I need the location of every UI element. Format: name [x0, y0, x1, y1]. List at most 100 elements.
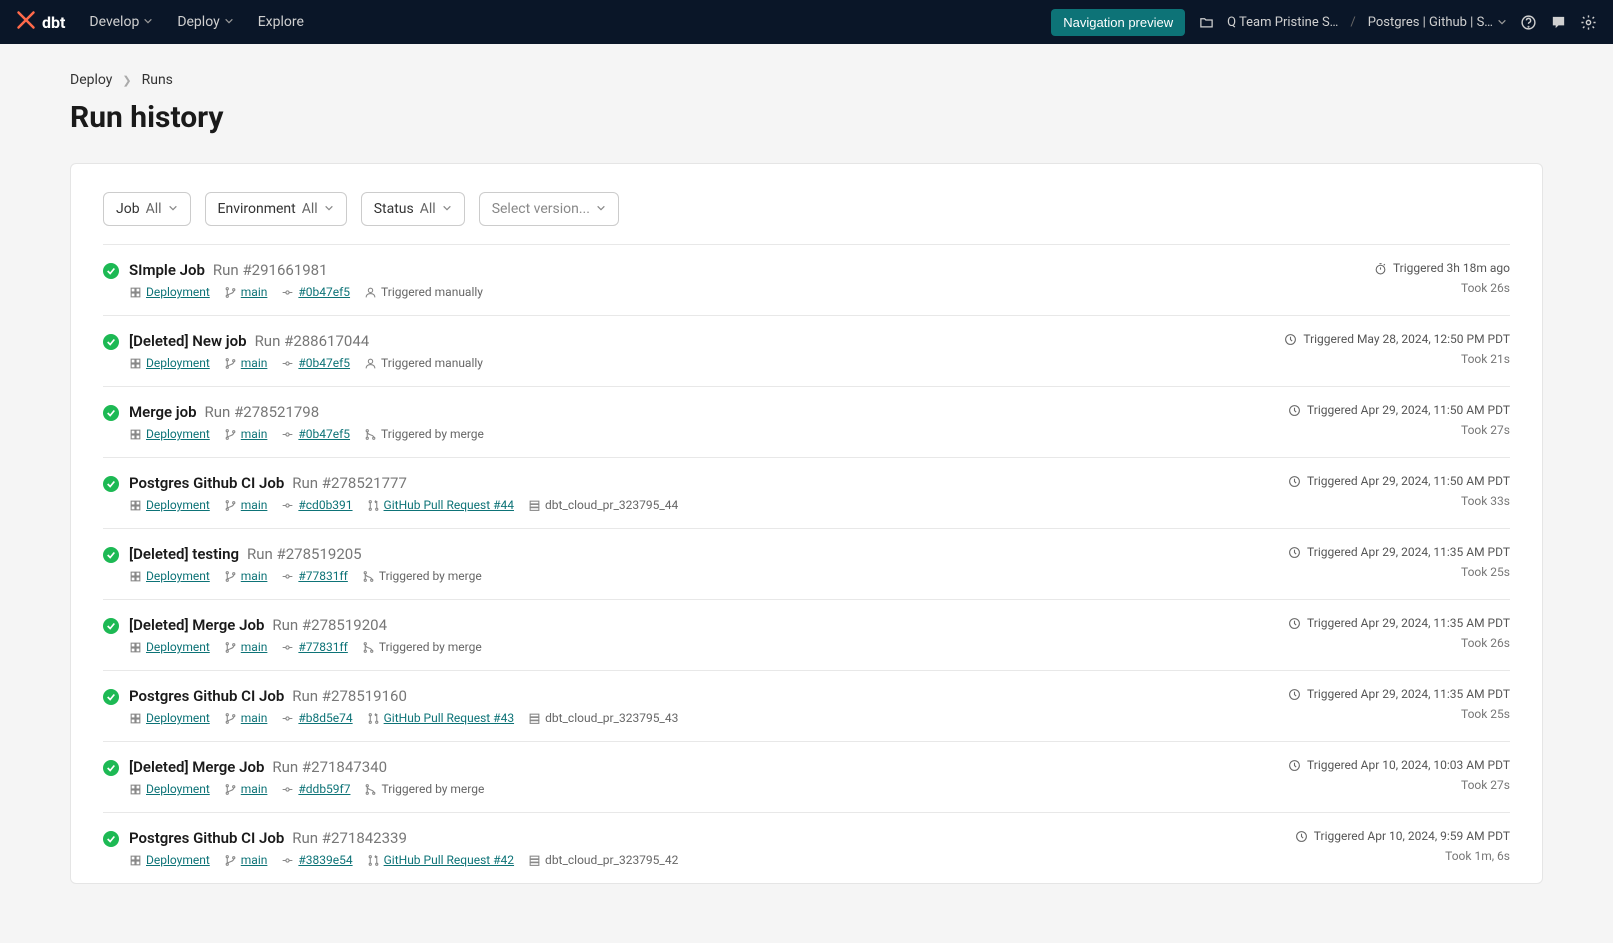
run-title-line: Postgres Github CI Job Run #278519160	[129, 687, 678, 705]
branch-link[interactable]: main	[241, 356, 268, 370]
pr-link[interactable]: GitHub Pull Request #42	[384, 853, 514, 867]
commit-meta: #0b47ef5	[281, 356, 350, 370]
env-link[interactable]: Deployment	[146, 498, 210, 512]
run-row[interactable]: Postgres Github CI Job Run #278519160 De…	[103, 670, 1510, 741]
env-link[interactable]: Deployment	[146, 285, 210, 299]
trigger-text: Triggered by merge	[381, 782, 484, 796]
run-left: Postgres Github CI Job Run #271842339 De…	[103, 829, 678, 867]
logo[interactable]: dbt	[16, 10, 65, 35]
status-success-icon	[103, 689, 119, 705]
status-success-icon	[103, 831, 119, 847]
status-success-icon	[103, 334, 119, 350]
branch-meta: main	[224, 569, 268, 583]
env-link[interactable]: Deployment	[146, 427, 210, 441]
merge-icon	[362, 641, 375, 654]
branch-link[interactable]: main	[241, 285, 268, 299]
commit-link[interactable]: #ddb59f7	[298, 782, 350, 796]
env-link[interactable]: Deployment	[146, 782, 210, 796]
branch-link[interactable]: main	[241, 427, 268, 441]
branch-link[interactable]: main	[241, 711, 268, 725]
run-left: [Deleted] New job Run #288617044 Deploym…	[103, 332, 483, 370]
connection-selector[interactable]: Postgres | Github | S…	[1368, 15, 1507, 30]
run-row[interactable]: [Deleted] Merge Job Run #278519204 Deplo…	[103, 599, 1510, 670]
trigger-meta: Triggered manually	[364, 285, 483, 299]
run-row[interactable]: Merge job Run #278521798 Deploymentmain#…	[103, 386, 1510, 457]
commit-link[interactable]: #3839e54	[298, 853, 352, 867]
branch-link[interactable]: main	[241, 569, 268, 583]
run-left: [Deleted] Merge Job Run #271847340 Deplo…	[103, 758, 484, 796]
navigation-preview-button[interactable]: Navigation preview	[1051, 9, 1185, 36]
run-left: Postgres Github CI Job Run #278519160 De…	[103, 687, 678, 725]
environment-filter[interactable]: Environment All	[205, 192, 347, 226]
commit-link[interactable]: #b8d5e74	[298, 711, 352, 725]
run-info: SImple Job Run #291661981 Deploymentmain…	[129, 261, 483, 299]
chat-icon[interactable]	[1549, 13, 1567, 31]
version-filter[interactable]: Select version...	[479, 192, 619, 226]
branch-icon	[224, 854, 237, 867]
run-row[interactable]: [Deleted] testing Run #278519205 Deploym…	[103, 528, 1510, 599]
pr-meta: GitHub Pull Request #42	[367, 853, 514, 867]
nav-develop[interactable]: Develop	[89, 14, 153, 30]
triggered-time: Triggered Apr 29, 2024, 11:50 AM PDT	[1288, 403, 1510, 417]
run-right: Triggered May 28, 2024, 12:50 PM PDT Too…	[1284, 332, 1510, 366]
commit-link[interactable]: #77831ff	[298, 640, 347, 654]
job-filter-value: All	[146, 201, 162, 217]
env-meta: Deployment	[129, 782, 210, 796]
triggered-time: Triggered May 28, 2024, 12:50 PM PDT	[1284, 332, 1510, 346]
breadcrumb-runs[interactable]: Runs	[142, 72, 173, 88]
run-id: Run #278521777	[292, 474, 407, 492]
breadcrumb-deploy[interactable]: Deploy	[70, 72, 112, 88]
meta-line: Deploymentmain#0b47ef5Triggered manually	[129, 356, 483, 370]
duration: Took 26s	[1288, 636, 1510, 650]
env-meta: Deployment	[129, 356, 210, 370]
run-row[interactable]: [Deleted] New job Run #288617044 Deploym…	[103, 315, 1510, 386]
branch-icon	[224, 499, 237, 512]
nav-deploy[interactable]: Deploy	[177, 14, 233, 30]
run-row[interactable]: SImple Job Run #291661981 Deploymentmain…	[103, 244, 1510, 315]
env-link[interactable]: Deployment	[146, 853, 210, 867]
schema-text: dbt_cloud_pr_323795_43	[545, 711, 678, 725]
help-icon[interactable]	[1519, 13, 1537, 31]
nav-explore-label: Explore	[258, 14, 304, 30]
env-meta: Deployment	[129, 285, 210, 299]
settings-icon[interactable]	[1579, 13, 1597, 31]
pr-link[interactable]: GitHub Pull Request #44	[384, 498, 514, 512]
schema-icon	[528, 854, 541, 867]
env-link[interactable]: Deployment	[146, 356, 210, 370]
pr-link[interactable]: GitHub Pull Request #43	[384, 711, 514, 725]
project-selector[interactable]: Q Team Pristine S…	[1227, 15, 1338, 30]
meta-line: Deployment main #3839e54 GitHub Pull Reques…	[129, 853, 678, 867]
branch-link[interactable]: main	[241, 782, 268, 796]
run-left: [Deleted] testing Run #278519205 Deploym…	[103, 545, 482, 583]
branch-meta: main	[224, 498, 268, 512]
run-row[interactable]: Postgres Github CI Job Run #278521777 De…	[103, 457, 1510, 528]
branch-link[interactable]: main	[241, 853, 268, 867]
nav-explore[interactable]: Explore	[258, 14, 304, 30]
branch-link[interactable]: main	[241, 498, 268, 512]
env-link[interactable]: Deployment	[146, 711, 210, 725]
branch-meta: main	[224, 285, 268, 299]
status-success-icon	[103, 476, 119, 492]
commit-link[interactable]: #cd0b391	[298, 498, 352, 512]
run-info: [Deleted] Merge Job Run #271847340 Deplo…	[129, 758, 484, 796]
duration: Took 25s	[1288, 707, 1510, 721]
run-info: [Deleted] New job Run #288617044 Deploym…	[129, 332, 483, 370]
commit-link[interactable]: #0b47ef5	[298, 427, 350, 441]
run-row[interactable]: Postgres Github CI Job Run #271842339 De…	[103, 812, 1510, 883]
pr-meta: GitHub Pull Request #44	[367, 498, 514, 512]
run-row[interactable]: [Deleted] Merge Job Run #271847340 Deplo…	[103, 741, 1510, 812]
job-name: Postgres Github CI Job	[129, 687, 284, 705]
commit-link[interactable]: #0b47ef5	[298, 285, 350, 299]
run-title-line: Postgres Github CI Job Run #278521777	[129, 474, 678, 492]
commit-link[interactable]: #0b47ef5	[298, 356, 350, 370]
duration: Took 27s	[1288, 778, 1510, 792]
env-link[interactable]: Deployment	[146, 640, 210, 654]
commit-icon	[281, 641, 294, 654]
commit-link[interactable]: #77831ff	[298, 569, 347, 583]
branch-meta: main	[224, 640, 268, 654]
job-filter[interactable]: Job All	[103, 192, 191, 226]
status-filter[interactable]: Status All	[361, 192, 465, 226]
commit-meta: #b8d5e74	[281, 711, 352, 725]
env-link[interactable]: Deployment	[146, 569, 210, 583]
branch-link[interactable]: main	[241, 640, 268, 654]
